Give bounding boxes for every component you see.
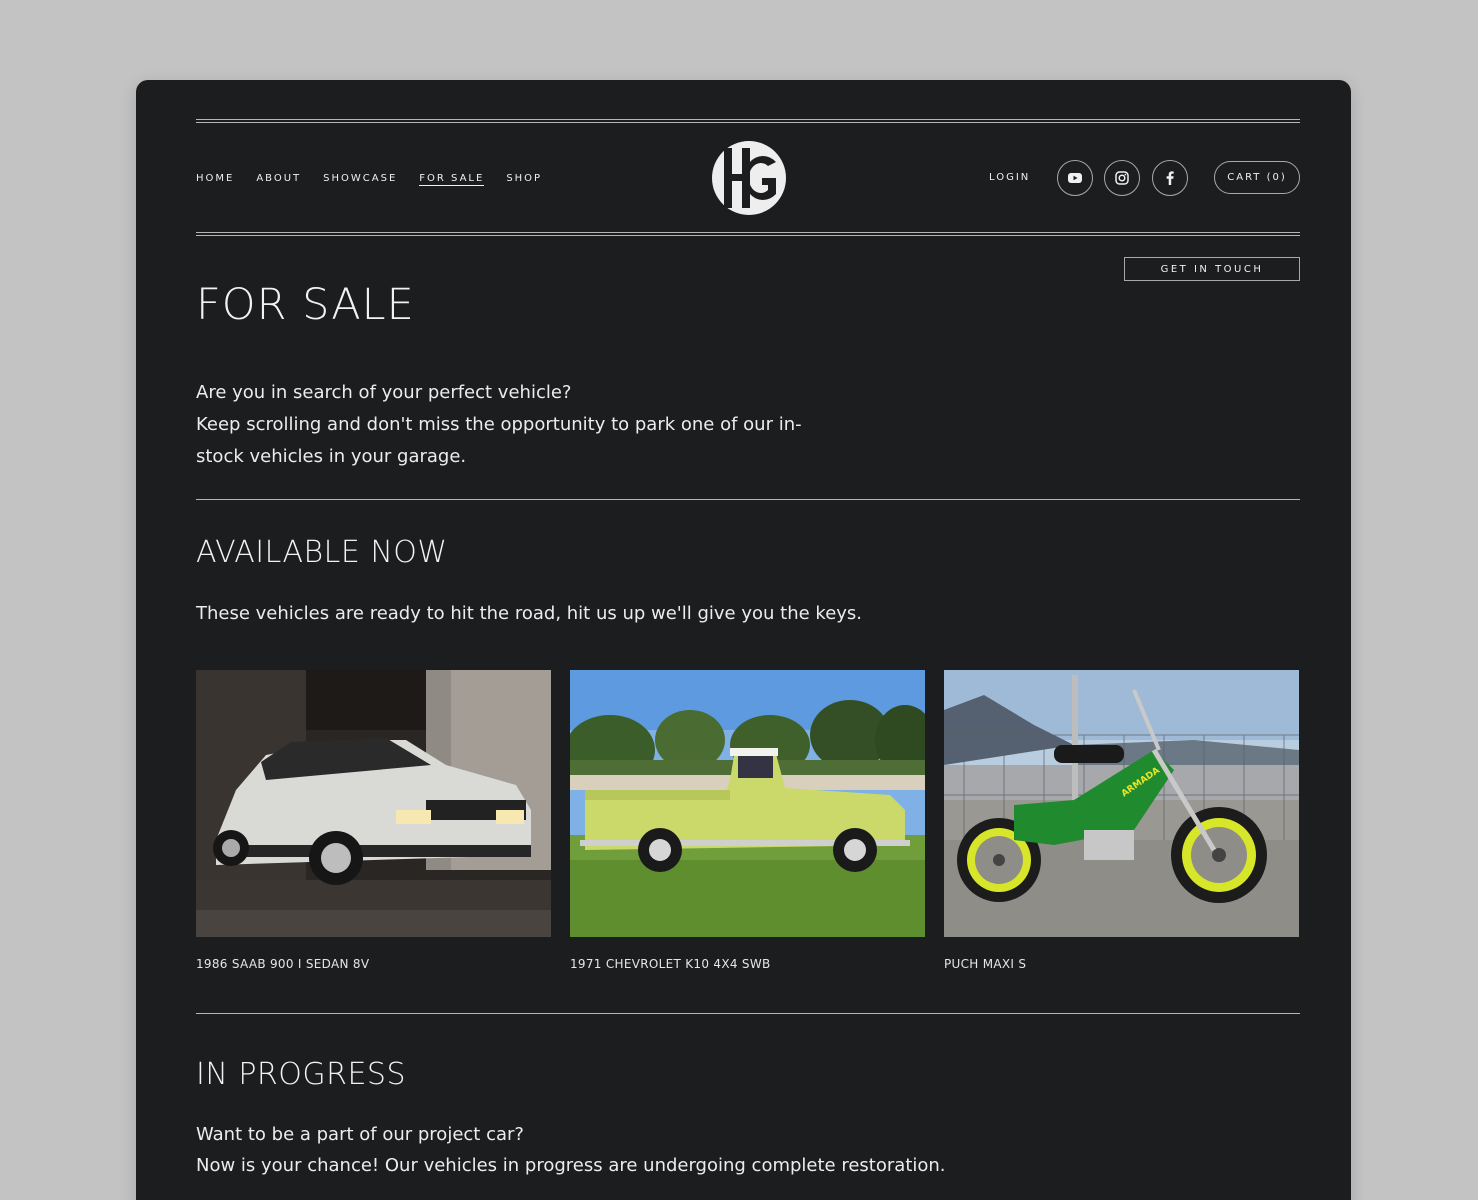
main-nav: HOME ABOUT SHOWCASE FOR SALE SHOP (196, 173, 564, 186)
hg-logo[interactable] (710, 140, 788, 216)
vehicle-title[interactable]: 1971 CHEVROLET K10 4X4 SWB (570, 957, 925, 971)
page-title: FOR SALE (196, 280, 415, 330)
login-link[interactable]: LOGIN (989, 172, 1030, 183)
section-divider (196, 1013, 1300, 1014)
nav-for-sale[interactable]: FOR SALE (419, 173, 485, 186)
in-progress-text: Want to be a part of our project car? No… (196, 1119, 946, 1181)
intro-line: Keep scrolling and don't miss the opport… (196, 414, 802, 467)
nav-about[interactable]: ABOUT (256, 173, 301, 186)
intro-line: Are you in search of your perfect vehicl… (196, 382, 572, 403)
facebook-button[interactable] (1152, 160, 1188, 196)
intro-text: Are you in search of your perfect vehicl… (196, 377, 836, 473)
vehicle-title[interactable]: PUCH MAXI S (944, 957, 1299, 971)
vehicle-photo[interactable] (570, 670, 925, 937)
browser-window: HOME ABOUT SHOWCASE FOR SALE SHOP LOGIN … (136, 80, 1351, 1200)
nav-shop[interactable]: SHOP (506, 173, 542, 186)
vehicle-photo[interactable] (196, 670, 551, 937)
vehicle-title[interactable]: 1986 SAAB 900 I SEDAN 8V (196, 957, 551, 971)
vehicle-card[interactable]: ARMADA PUCH MAXI S (944, 670, 1299, 971)
instagram-button[interactable] (1104, 160, 1140, 196)
youtube-button[interactable] (1057, 160, 1093, 196)
in-progress-line: Now is your chance! Our vehicles in prog… (196, 1155, 946, 1176)
section-divider (196, 499, 1300, 500)
get-in-touch-button[interactable]: GET IN TOUCH (1124, 257, 1300, 281)
header-top-rule (196, 119, 1300, 123)
nav-home[interactable]: HOME (196, 173, 234, 186)
cart-button[interactable]: CART (0) (1214, 161, 1300, 194)
vehicle-card[interactable]: 1986 SAAB 900 I SEDAN 8V (196, 670, 551, 971)
vehicle-card[interactable]: 1971 CHEVROLET K10 4X4 SWB (570, 670, 925, 971)
nav-showcase[interactable]: SHOWCASE (323, 173, 397, 186)
facebook-icon (1166, 171, 1174, 185)
header-bottom-rule (196, 232, 1300, 236)
available-text: These vehicles are ready to hit the road… (196, 603, 863, 624)
in-progress-heading: IN PROGRESS (196, 1057, 407, 1092)
instagram-icon (1115, 171, 1129, 185)
youtube-icon (1068, 173, 1082, 183)
in-progress-line: Want to be a part of our project car? (196, 1124, 524, 1145)
vehicle-photo[interactable]: ARMADA (944, 670, 1299, 937)
available-heading: AVAILABLE NOW (196, 535, 448, 570)
